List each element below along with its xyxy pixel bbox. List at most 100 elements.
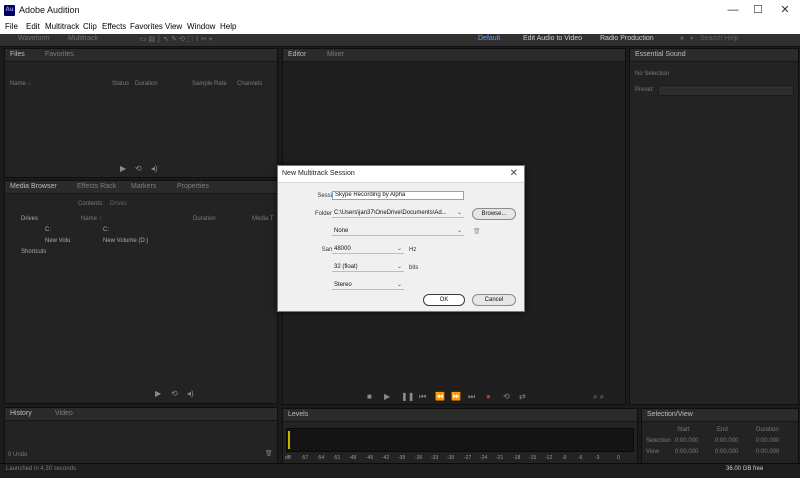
cancel-button[interactable]: Cancel: [472, 294, 516, 306]
editor-loop-icon[interactable]: ⟲: [503, 392, 510, 401]
loop-icon[interactable]: ⟲: [135, 164, 142, 173]
tab-favorites[interactable]: Favorites: [45, 51, 74, 58]
menu-file[interactable]: File: [5, 22, 18, 31]
col-media-duration[interactable]: Duration: [193, 216, 216, 222]
stop-icon[interactable]: ■: [367, 392, 372, 401]
tab-properties[interactable]: Properties: [177, 183, 209, 190]
selection-start[interactable]: 0:00.000: [675, 438, 698, 444]
search-help-input[interactable]: Search Help: [700, 35, 739, 42]
meter-tick: -54: [317, 455, 325, 461]
workspace-menu-icon[interactable]: »: [680, 35, 684, 42]
tree-drive-c[interactable]: C:: [45, 227, 51, 233]
contents-select[interactable]: Drives: [110, 201, 127, 207]
skip-start-icon[interactable]: ⏮: [419, 392, 426, 402]
meter-tick: -57: [301, 455, 309, 461]
media-autoplay-icon[interactable]: ◂): [187, 389, 194, 398]
tab-video[interactable]: Video: [55, 410, 73, 417]
tree-shortcuts[interactable]: Shortcuts: [21, 249, 46, 255]
menu-effects[interactable]: Effects: [102, 22, 126, 31]
files-panel: Files Favorites Name ↓ Status Duration S…: [4, 48, 278, 178]
col-media-type[interactable]: Media T: [252, 216, 274, 222]
toolbar-icons[interactable]: ▭ ▤ │ ↖ ✎ ⟲ ⬚ ⌇ ✂ ⌖: [140, 35, 213, 44]
delete-template-icon[interactable]: 🗑: [473, 228, 481, 235]
tab-selection-view[interactable]: Selection/View: [647, 411, 693, 418]
bit-depth-unit: bits: [409, 265, 419, 271]
skip-selection-icon[interactable]: ⇄: [519, 392, 526, 401]
meter-tick: -27: [464, 455, 472, 461]
meter-tick: dB: [285, 455, 292, 461]
col-status[interactable]: Status: [112, 81, 129, 87]
search-icon: ⌕: [690, 35, 694, 42]
selection-end[interactable]: 0:00.000: [715, 438, 738, 444]
master-select[interactable]: Stereo ⌄: [332, 281, 404, 290]
tab-essential-sound[interactable]: Essential Sound: [635, 51, 686, 58]
col-name[interactable]: Name ↓: [10, 81, 31, 87]
menu-help[interactable]: Help: [220, 22, 236, 31]
workspace-radio-production[interactable]: Radio Production: [600, 35, 654, 42]
essential-sound-panel: Essential Sound No Selection Preset:: [629, 48, 799, 405]
fast-forward-icon[interactable]: ⏩: [451, 392, 461, 401]
col-channels[interactable]: Channels: [237, 81, 262, 87]
tab-multitrack[interactable]: Multitrack: [68, 35, 98, 42]
tab-editor[interactable]: Editor: [288, 51, 306, 58]
minimize-button[interactable]: —: [722, 3, 744, 17]
view-end[interactable]: 0:00.000: [715, 449, 738, 455]
level-meter-bar: [288, 431, 290, 449]
view-start[interactable]: 0:00.000: [675, 449, 698, 455]
session-name-input[interactable]: [332, 191, 464, 200]
ok-button[interactable]: OK: [423, 294, 465, 306]
meter-tick: -9: [562, 455, 567, 461]
menu-favorites[interactable]: Favorites: [130, 22, 163, 31]
col-sample-rate[interactable]: Sample Rate: [192, 81, 227, 87]
tab-levels[interactable]: Levels: [288, 411, 308, 418]
folder-location-select[interactable]: C:\Users\jan37\OneDrive\Documents\Ad... …: [332, 209, 464, 218]
rewind-icon[interactable]: ⏪: [435, 392, 445, 401]
sample-rate-select[interactable]: 48000 ⌄: [332, 245, 404, 254]
view-duration[interactable]: 0:00.000: [756, 449, 779, 455]
meter-tick: 0: [617, 455, 620, 461]
zoom-icons[interactable]: ⌕ ⌕: [593, 392, 604, 402]
tab-files[interactable]: Files: [10, 51, 25, 58]
selection-duration[interactable]: 0:00.000: [756, 438, 779, 444]
col-media-name[interactable]: Name ↑: [81, 216, 102, 222]
browse-button[interactable]: Browse...: [472, 208, 516, 220]
template-select[interactable]: None ⌄: [332, 227, 464, 236]
tree-drives[interactable]: Drives: [21, 216, 38, 222]
tab-waveform[interactable]: Waveform: [18, 35, 50, 42]
col-duration: Duration: [756, 427, 779, 433]
tab-media-browser[interactable]: Media Browser: [10, 183, 57, 190]
media-loop-icon[interactable]: ⟲: [171, 389, 178, 398]
menu-clip[interactable]: Clip: [83, 22, 97, 31]
row-selection-label: Selection: [646, 438, 671, 444]
list-item-c[interactable]: C:: [103, 227, 109, 233]
autoplay-icon[interactable]: ◂): [151, 164, 158, 173]
col-duration[interactable]: Duration: [135, 81, 158, 87]
dialog-close-icon[interactable]: ✕: [510, 168, 518, 179]
meter-tick: -12: [545, 455, 553, 461]
list-item-d[interactable]: New Volume (D:): [103, 238, 148, 244]
record-icon[interactable]: ●: [486, 392, 491, 401]
trash-icon[interactable]: 🗑: [265, 450, 273, 457]
pause-icon[interactable]: ❚❚: [401, 392, 414, 401]
skip-end-icon[interactable]: ⏭: [468, 392, 475, 402]
tab-effects-rack[interactable]: Effects Rack: [77, 183, 116, 190]
menu-edit[interactable]: Edit: [26, 22, 40, 31]
tab-markers[interactable]: Markers: [131, 183, 156, 190]
editor-play-icon[interactable]: ▶: [384, 392, 390, 401]
sample-rate-value: 48000: [334, 246, 351, 252]
tree-drive-d[interactable]: New Volu: [45, 238, 70, 244]
play-icon[interactable]: ▶: [120, 164, 126, 173]
bit-depth-select[interactable]: 32 (float) ⌄: [332, 263, 404, 272]
preset-select[interactable]: [658, 85, 794, 96]
menu-multitrack[interactable]: Multitrack: [45, 22, 79, 31]
files-panel-header: Files Favorites: [5, 49, 277, 62]
menu-window[interactable]: Window: [187, 22, 215, 31]
workspace-edit-audio-to-video[interactable]: Edit Audio to Video: [523, 35, 582, 42]
close-button[interactable]: ✕: [774, 3, 796, 17]
media-play-icon[interactable]: ▶: [155, 389, 161, 398]
workspace-default[interactable]: Default: [478, 35, 500, 42]
tab-history[interactable]: History: [10, 410, 32, 417]
maximize-button[interactable]: ☐: [747, 3, 769, 17]
menu-view[interactable]: View: [165, 22, 182, 31]
tab-mixer[interactable]: Mixer: [327, 51, 344, 58]
